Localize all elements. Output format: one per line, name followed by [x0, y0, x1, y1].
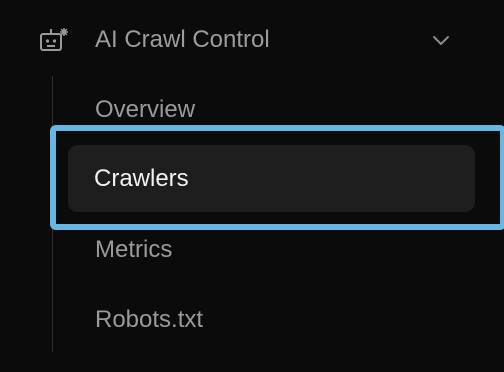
- sub-nav: Overview Crawlers Metrics Robots.txt: [0, 0, 504, 372]
- nav-item-overview[interactable]: Overview: [95, 96, 195, 124]
- nav-item-robots-txt[interactable]: Robots.txt: [95, 306, 203, 334]
- nav-item-crawlers-label: Crawlers: [94, 165, 189, 192]
- nav-item-crawlers[interactable]: Crawlers: [68, 145, 475, 212]
- nav-item-metrics[interactable]: Metrics: [95, 236, 172, 264]
